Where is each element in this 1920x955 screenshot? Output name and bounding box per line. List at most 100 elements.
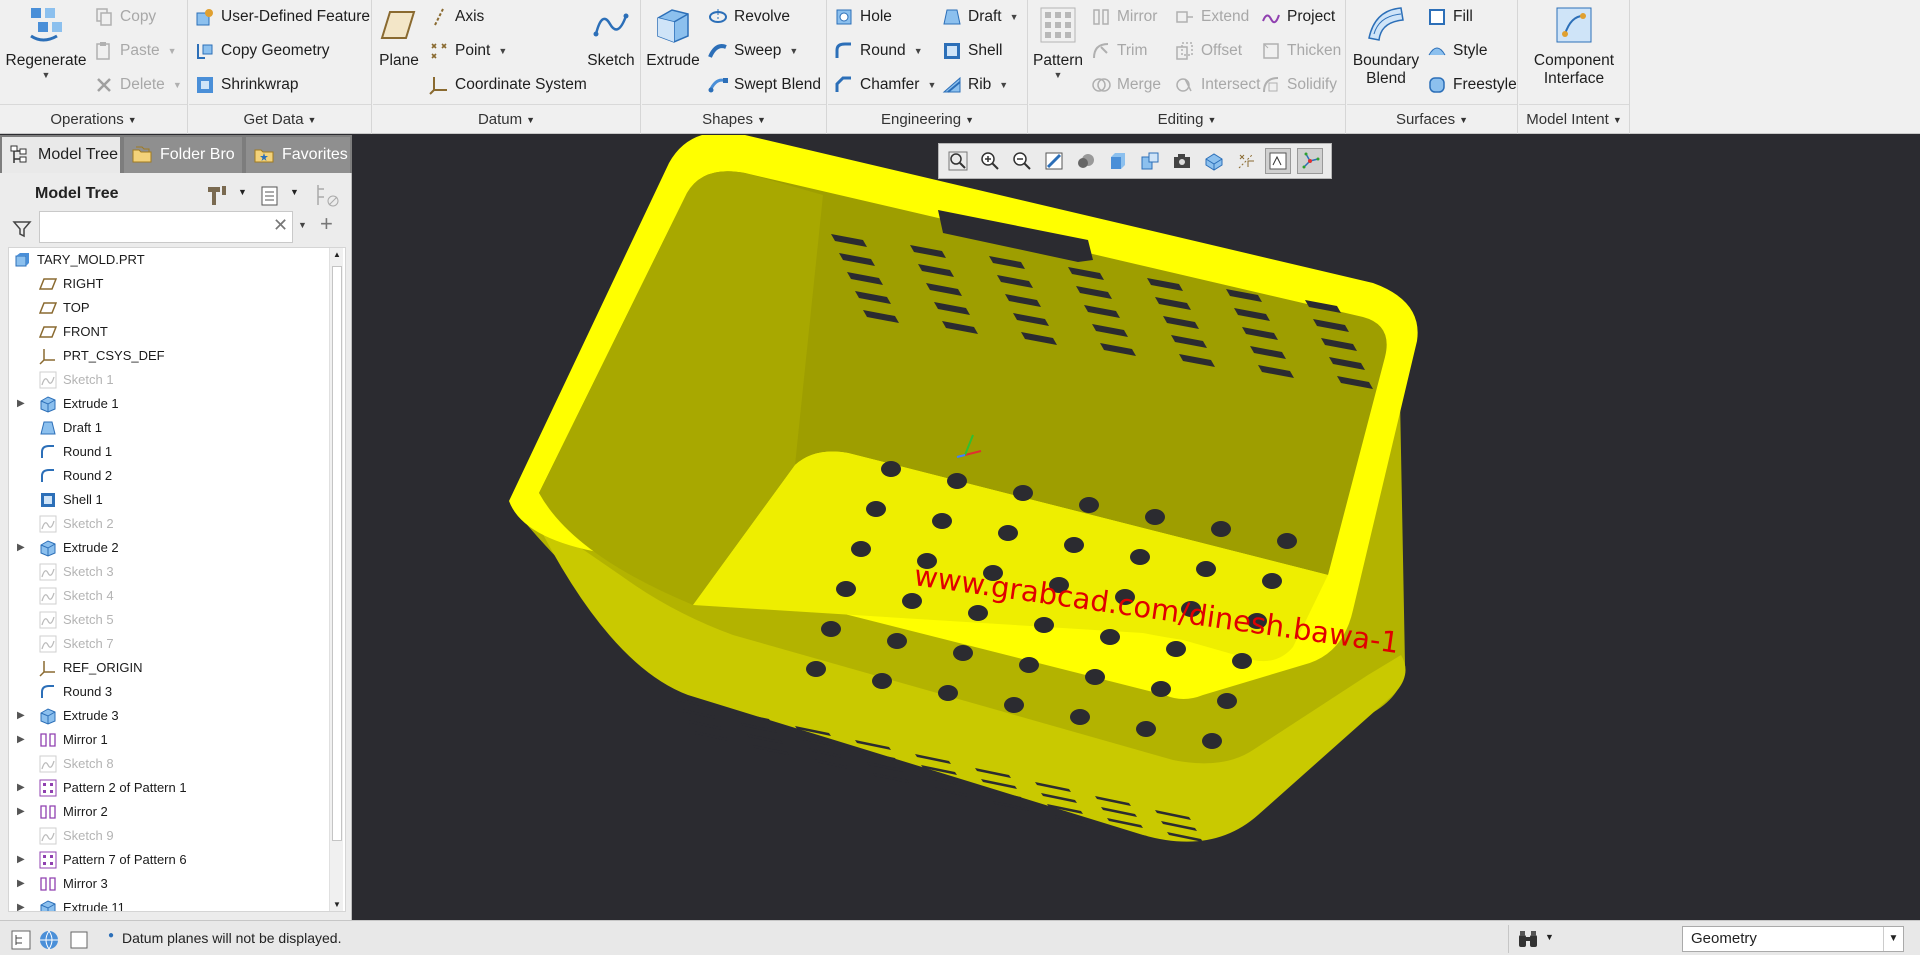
tree-item[interactable]: ▶ Mirror 1 [9, 728, 329, 752]
perspective-button[interactable] [1169, 148, 1195, 174]
mirror-button[interactable]: Mirror [1091, 2, 1157, 32]
refit-button[interactable] [945, 148, 971, 174]
trim-button[interactable]: Trim [1091, 36, 1147, 66]
section-button[interactable] [1201, 148, 1227, 174]
revolve-button[interactable]: Revolve [708, 2, 790, 32]
tree-item[interactable]: ▶ Extrude 2 [9, 536, 329, 560]
spin-center-button[interactable] [1297, 148, 1323, 174]
chevron-down-icon[interactable]: ▼ [238, 187, 247, 197]
model-intent-group-label[interactable]: Model Intent ▼ [1519, 104, 1629, 134]
expand-arrow-icon[interactable]: ▶ [17, 398, 27, 409]
graphics-viewport[interactable]: www.grabcad.com/dinesh.bawa-1 [353, 135, 1920, 920]
tree-item[interactable]: ▶ Mirror 3 [9, 872, 329, 896]
surfaces-group-label[interactable]: Surfaces ▼ [1347, 104, 1517, 134]
solidify-button[interactable]: Solidify [1261, 70, 1337, 100]
datum-display-filters-button[interactable] [1233, 148, 1259, 174]
tree-item[interactable]: Sketch 5 [9, 608, 329, 632]
tree-item[interactable]: Sketch 3 [9, 560, 329, 584]
tree-item[interactable]: Sketch 7 [9, 632, 329, 656]
intersect-button[interactable]: Intersect [1175, 70, 1260, 100]
swept-blend-button[interactable]: Swept Blend [708, 70, 821, 100]
delete-button[interactable]: Delete ▼ [94, 70, 182, 100]
expand-arrow-icon[interactable]: ▶ [17, 902, 27, 911]
tree-item[interactable]: Round 3 [9, 680, 329, 704]
expand-arrow-icon[interactable]: ▶ [17, 878, 27, 889]
annotation-display-button[interactable] [1265, 148, 1291, 174]
tree-item[interactable]: ▶ Extrude 1 [9, 392, 329, 416]
extend-button[interactable]: Extend [1175, 2, 1249, 32]
merge-button[interactable]: Merge [1091, 70, 1161, 100]
tree-item[interactable]: ▶ Extrude 11 [9, 896, 329, 911]
datum-group-label[interactable]: Datum ▼ [373, 104, 640, 134]
get-data-group-label[interactable]: Get Data ▼ [189, 104, 371, 134]
shell-button[interactable]: Shell [942, 36, 1002, 66]
tree-item[interactable]: ▶ Mirror 2 [9, 800, 329, 824]
extrude-button[interactable]: Extrude [646, 4, 700, 70]
tree-item[interactable]: Sketch 9 [9, 824, 329, 848]
offset-button[interactable]: Offset [1175, 36, 1242, 66]
tree-item[interactable]: RIGHT [9, 272, 329, 296]
coordinate-system-button[interactable]: Coordinate System [429, 70, 587, 100]
repaint-button[interactable] [1041, 148, 1067, 174]
tree-item[interactable]: ▶ Pattern 2 of Pattern 1 [9, 776, 329, 800]
navigator-toggle-icon[interactable] [10, 929, 32, 951]
tree-item[interactable]: Shell 1 [9, 488, 329, 512]
zoom-out-button[interactable] [1009, 148, 1035, 174]
draft-button[interactable]: Draft ▼ [942, 2, 1019, 32]
browser-toggle-icon[interactable] [38, 929, 60, 951]
display-style-button[interactable] [1073, 148, 1099, 174]
tree-item[interactable]: ▶ Extrude 3 [9, 704, 329, 728]
sweep-button[interactable]: Sweep ▼ [708, 36, 798, 66]
add-filter-icon[interactable]: + [320, 211, 333, 237]
view-manager-button[interactable] [1137, 148, 1163, 174]
freestyle-button[interactable]: Freestyle [1427, 70, 1517, 100]
tree-search-input[interactable] [39, 211, 293, 243]
expand-arrow-icon[interactable]: ▶ [17, 542, 27, 553]
chamfer-button[interactable]: Chamfer ▼ [834, 70, 936, 100]
plane-button[interactable]: Plane [379, 4, 419, 70]
chevron-down-icon[interactable]: ▼ [298, 220, 307, 230]
scroll-up-icon[interactable]: ▲ [333, 250, 341, 259]
expand-arrow-icon[interactable]: ▶ [17, 782, 27, 793]
project-button[interactable]: Project [1261, 2, 1335, 32]
style-button[interactable]: Style [1427, 36, 1487, 66]
tree-item[interactable]: Sketch 2 [9, 512, 329, 536]
expand-arrow-icon[interactable]: ▶ [17, 710, 27, 721]
hole-button[interactable]: Hole [834, 2, 892, 32]
show-icon[interactable] [259, 185, 281, 207]
selection-filter-select[interactable]: Geometry ▼ [1682, 926, 1904, 952]
tree-item[interactable]: Sketch 8 [9, 752, 329, 776]
tree-item[interactable]: REF_ORIGIN [9, 656, 329, 680]
expand-arrow-icon[interactable]: ▶ [17, 806, 27, 817]
sketch-button[interactable]: Sketch [587, 4, 635, 70]
tab-favorites[interactable]: Favorites [246, 137, 350, 173]
editing-group-label[interactable]: Editing ▼ [1029, 104, 1345, 134]
engineering-group-label[interactable]: Engineering ▼ [828, 104, 1027, 134]
component-interface-button[interactable]: Component Interface [1519, 4, 1629, 88]
tab-folder-browser[interactable]: Folder Bro [124, 137, 242, 173]
filter-icon[interactable] [12, 219, 32, 239]
tree-item[interactable]: Round 1 [9, 440, 329, 464]
copy-button[interactable]: Copy [94, 2, 156, 32]
column-display-icon[interactable] [314, 181, 342, 209]
tree-item[interactable]: Round 2 [9, 464, 329, 488]
regenerate-button[interactable]: Regenerate ▼ [6, 4, 87, 80]
tree-item[interactable]: ▶ Pattern 7 of Pattern 6 [9, 848, 329, 872]
thicken-button[interactable]: Thicken [1261, 36, 1341, 66]
boundary-blend-button[interactable]: Boundary Blend [1351, 4, 1421, 88]
point-button[interactable]: Point ▼ [429, 36, 507, 66]
zoom-in-button[interactable] [977, 148, 1003, 174]
tree-item[interactable]: Sketch 1 [9, 368, 329, 392]
round-button[interactable]: Round ▼ [834, 36, 923, 66]
rib-button[interactable]: Rib ▼ [942, 70, 1008, 100]
tree-item[interactable]: Sketch 4 [9, 584, 329, 608]
tree-item[interactable]: FRONT [9, 320, 329, 344]
copy-geometry-button[interactable]: Copy Geometry [195, 36, 330, 66]
expand-arrow-icon[interactable]: ▶ [17, 854, 27, 865]
tab-model-tree[interactable]: Model Tree [2, 137, 120, 173]
clear-search-icon[interactable]: ✕ [273, 215, 288, 236]
axis-button[interactable]: Axis [429, 2, 484, 32]
tree-item[interactable]: PRT_CSYS_DEF [9, 344, 329, 368]
fill-button[interactable]: Fill [1427, 2, 1473, 32]
tree-item[interactable]: TOP [9, 296, 329, 320]
